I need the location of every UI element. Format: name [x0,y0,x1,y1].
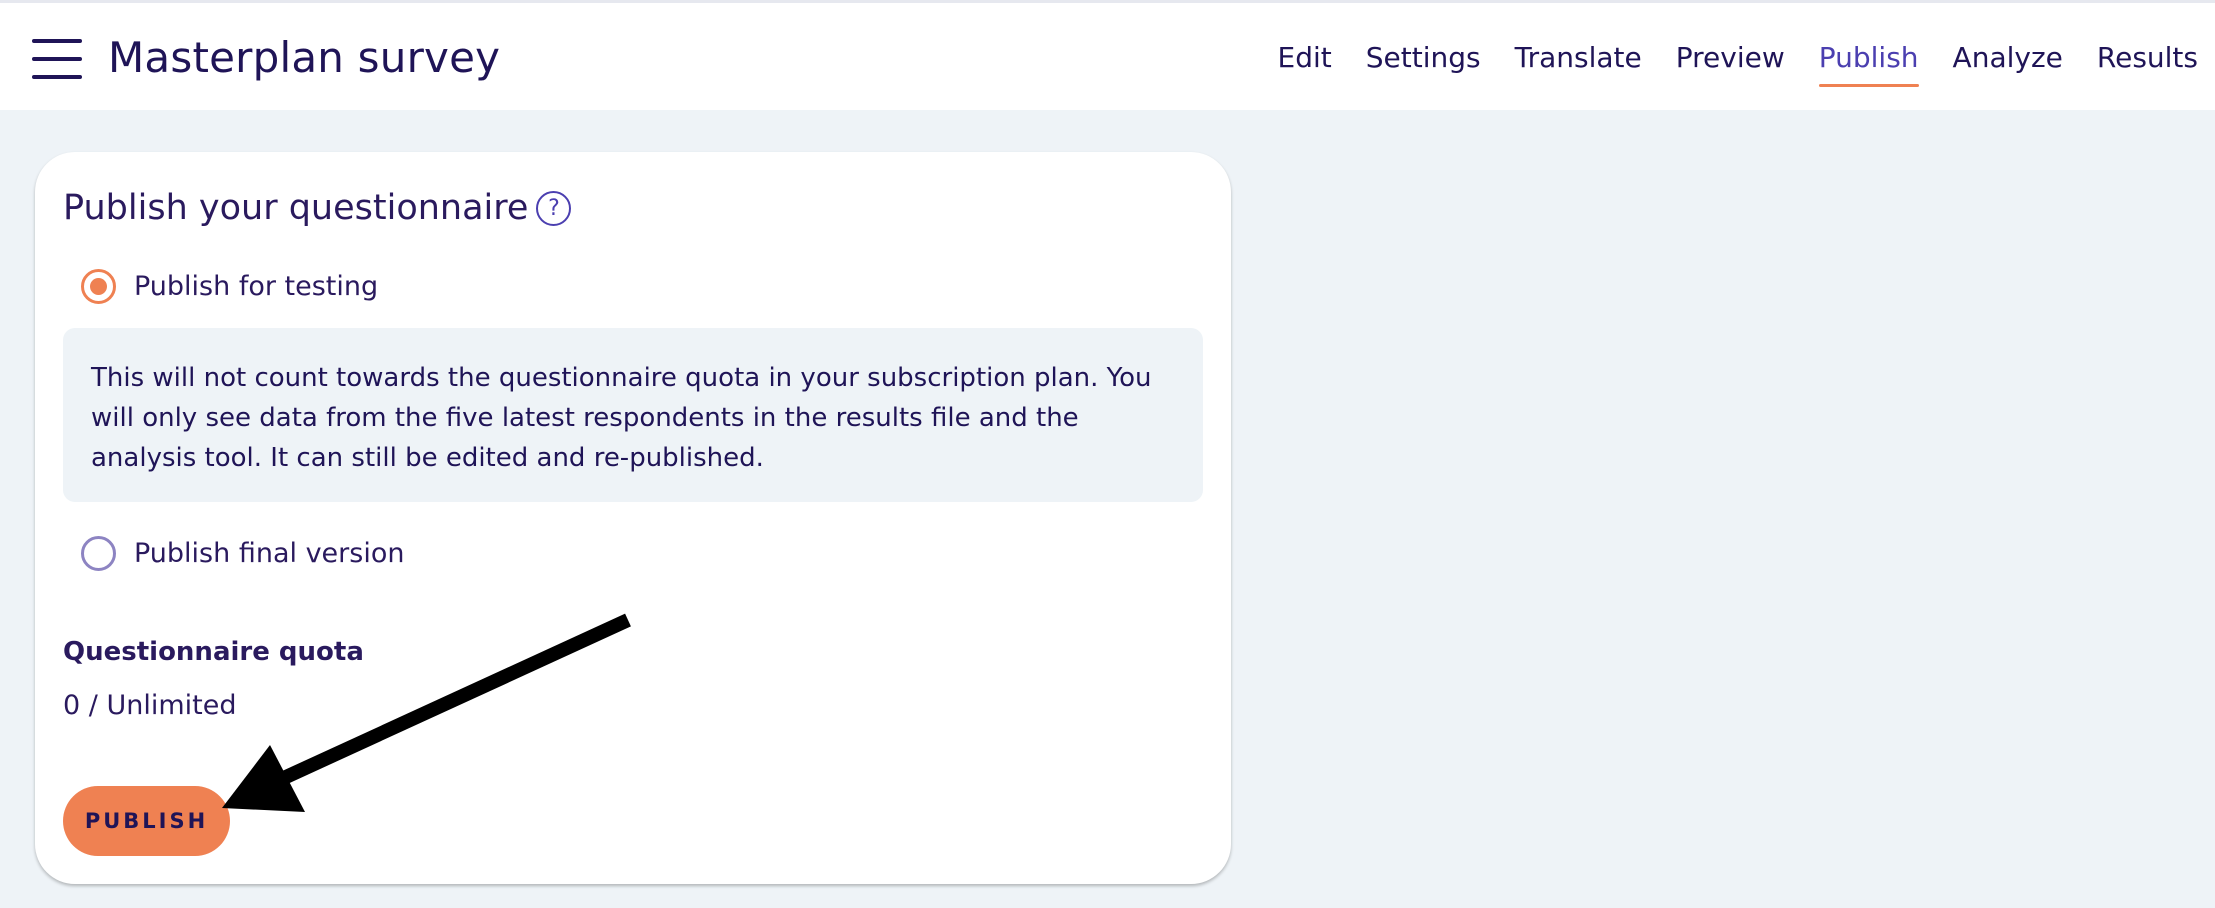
radio-checked-icon[interactable] [81,269,116,304]
tab-preview[interactable]: Preview [1659,41,1802,91]
publish-card-title: Publish your questionnaire [63,188,529,228]
tab-translate[interactable]: Translate [1498,41,1659,91]
tab-results[interactable]: Results [2080,41,2215,91]
publish-card: Publish your questionnaire ? Publish for… [35,152,1231,884]
quota-value: 0 / Unlimited [63,690,237,721]
menu-icon-line [32,75,82,79]
radio-publish-testing-label: Publish for testing [134,271,379,302]
menu-icon[interactable] [32,39,82,81]
page-title: Masterplan survey [108,33,501,82]
radio-publish-final[interactable]: Publish final version [81,536,404,571]
menu-icon-line [32,39,82,43]
publish-button[interactable]: PUBLISH [63,786,230,856]
tab-analyze[interactable]: Analyze [1936,41,2080,91]
testing-info-box: This will not count towards the question… [63,328,1203,502]
help-icon[interactable]: ? [536,190,572,226]
quota-label: Questionnaire quota [63,637,364,667]
main-nav: Edit Settings Translate Preview Publish … [1261,41,2215,91]
tab-settings[interactable]: Settings [1349,41,1498,91]
publish-card-heading: Publish your questionnaire ? [63,188,572,228]
radio-unchecked-icon[interactable] [81,536,116,571]
tab-edit[interactable]: Edit [1261,41,1349,91]
top-navigation-bar: Masterplan survey Edit Settings Translat… [0,0,2215,110]
radio-publish-final-label: Publish final version [134,538,405,569]
menu-icon-line [32,57,82,61]
radio-publish-testing[interactable]: Publish for testing [81,269,378,304]
tab-publish[interactable]: Publish [1802,41,1936,91]
